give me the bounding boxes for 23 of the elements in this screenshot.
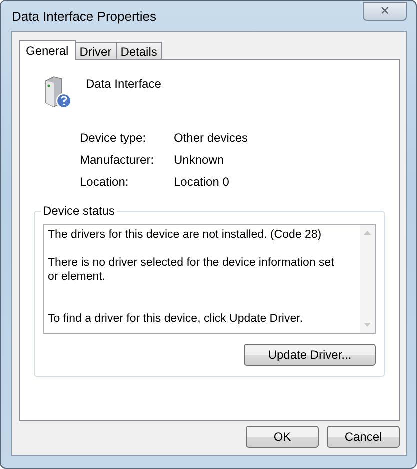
dialog-button[interactable]: Cancel (327, 426, 400, 448)
status-text: There is no driver selected for the device information set or element. (48, 256, 336, 284)
scroll-down-icon[interactable] (364, 323, 371, 327)
property-label: Location: (80, 175, 130, 189)
property-label: Device type: (80, 131, 148, 145)
tab[interactable]: Details (116, 42, 162, 59)
property-value: Unknown (174, 153, 226, 167)
status-text-box[interactable]: The drivers for this device are not installed. (Code 28) There is no driver selected for the device information set or element. To find a driver for this device, click Update Driver. (43, 224, 376, 334)
status-text: The drivers for this device are not installed. (Code 28) (48, 228, 323, 242)
property-label: Manufacturer: (80, 153, 156, 167)
tab[interactable]: General (19, 40, 76, 60)
tab[interactable]: Driver (74, 42, 117, 59)
property-value: Location 0 (174, 175, 230, 189)
window-title: Data Interface Properties (11, 8, 157, 24)
group-title: Device status (41, 204, 118, 218)
scroll-up-icon[interactable] (364, 231, 371, 235)
update-driver-button[interactable]: Update Driver... (244, 344, 376, 366)
property-value: Other devices (174, 131, 250, 145)
dialog-button[interactable]: OK (246, 426, 319, 448)
device-name: Data Interface (86, 77, 162, 91)
scrollbar[interactable] (360, 225, 375, 333)
status-text: To find a driver for this device, click Update Driver. (48, 312, 304, 326)
close-button[interactable]: ✕ (363, 2, 407, 20)
